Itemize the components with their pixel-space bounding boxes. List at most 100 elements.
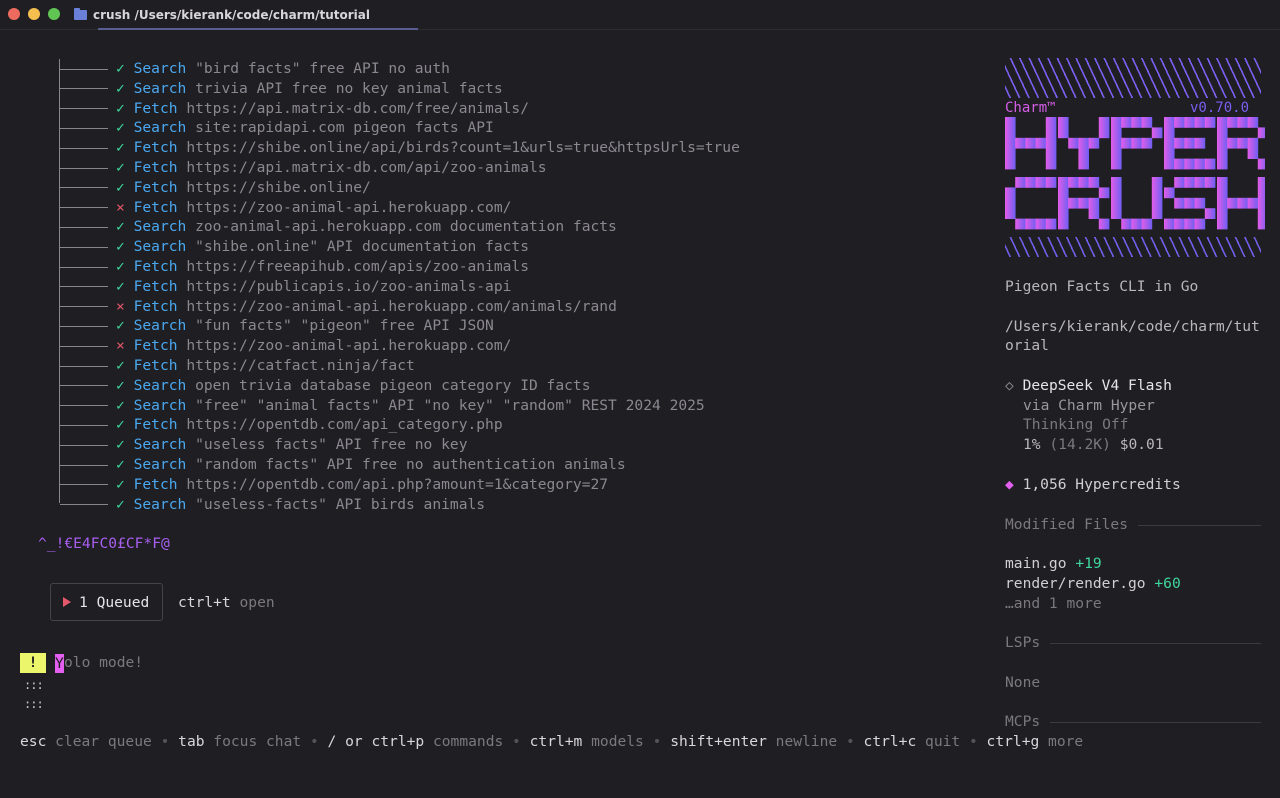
logo-block [1151, 197, 1163, 209]
logo-block [1257, 208, 1265, 219]
logo-block [1111, 148, 1122, 159]
tool-args: https://zoo-animal-api.herokuapp.com/ani… [186, 297, 617, 315]
tool-call-row[interactable]: ✓ Search "fun facts" "pigeon" free API J… [116, 316, 494, 336]
queued-button[interactable]: 1 Queued [50, 583, 163, 621]
logo-block [1111, 208, 1122, 219]
logo-block [1015, 137, 1026, 149]
logo-block [1025, 218, 1036, 230]
tree-branch [60, 207, 108, 209]
tool-call-row[interactable]: ✓ Search "useless-facts" API birds anima… [116, 495, 485, 515]
tree-branch [60, 385, 108, 387]
tool-call-row[interactable]: ✓ Search "bird facts" free API no auth [116, 59, 450, 79]
logo-block [1257, 158, 1265, 170]
logo-block [1015, 218, 1026, 230]
model-name-row: ◇ DeepSeek V4 Flash [1005, 376, 1172, 396]
tool-call-row[interactable]: ✓ Fetch https://shibe.online/ [116, 178, 371, 198]
tool-call-row[interactable]: ✓ Search site:rapidapi.com pigeon facts … [116, 118, 494, 138]
tool-args: "useless facts" API free no key [195, 436, 468, 454]
tree-branch [60, 405, 108, 407]
prompt-input[interactable]: olo mode! [64, 653, 143, 673]
logo-block [1217, 137, 1228, 149]
logo-block [1194, 117, 1206, 128]
logo-block [1247, 148, 1259, 159]
minimize-button[interactable] [28, 8, 40, 20]
tool-call-row[interactable]: ✓ Search open trivia database pigeon cat… [116, 376, 591, 396]
check-icon: ✓ [116, 258, 125, 275]
tool-call-row[interactable]: ✓ Fetch https://opentdb.com/api.php?amou… [116, 475, 608, 495]
credits: 1,056 Hypercredits [1022, 476, 1181, 493]
logo-block [1217, 218, 1228, 230]
logo-block [1098, 127, 1110, 139]
tool-args: "random facts" API free no authenticatio… [195, 456, 626, 473]
logo-block [1174, 218, 1185, 230]
logo-block [1194, 177, 1206, 188]
file-row-2[interactable]: render/render.go +60 [1005, 574, 1181, 594]
garbled-output: ^_!€E4FC0£CF*F@ [38, 535, 170, 552]
footer-desc: quit [916, 733, 961, 750]
tool-call-row[interactable]: ✓ Search "free" "animal facts" API "no k… [116, 396, 705, 416]
logo-block [1217, 177, 1228, 188]
queue-hint: ctrl+t open [178, 593, 275, 613]
logo-block [1257, 127, 1265, 139]
file-row-1[interactable]: main.go +19 [1005, 554, 1102, 574]
tool-call-row[interactable]: × Fetch https://zoo-animal-api.herokuapp… [116, 198, 511, 218]
tool-args: https://publicapis.io/zoo-animals-api [186, 277, 512, 295]
logo-block [1078, 137, 1089, 149]
footer-key: ctrl+m [529, 733, 583, 750]
logo-block [1035, 137, 1047, 149]
logo-block [1005, 137, 1016, 149]
logo-block [1005, 197, 1016, 209]
tool-call-row[interactable]: ✓ Fetch https://catfact.ninja/fact [116, 356, 415, 376]
logo-block [1088, 177, 1100, 188]
tool-kind: Fetch [133, 297, 178, 315]
session-title: Pigeon Facts CLI in Go [1005, 278, 1199, 295]
logo-block [1121, 218, 1132, 230]
window-tab[interactable]: crush /Users/kierank/code/charm/tutorial [74, 6, 370, 24]
tool-call-row[interactable]: × Fetch https://zoo-animal-api.herokuapp… [116, 336, 511, 356]
tool-call-row[interactable]: ✓ Search "random facts" API free no auth… [116, 455, 626, 475]
logo-block [1194, 197, 1206, 209]
footer-key: shift+enter [670, 733, 767, 750]
tool-call-row[interactable]: ✓ Search "useless facts" API free no key [116, 435, 467, 455]
tool-call-row[interactable]: ✓ Fetch https://opentdb.com/api_category… [116, 415, 503, 435]
lsps-value: None [1005, 674, 1041, 691]
footer-desc: clear queue [46, 733, 152, 750]
lsps-header: LSPs [1005, 633, 1261, 653]
text-cursor: Y [55, 654, 64, 673]
tool-args: trivia API free no key animal facts [195, 79, 503, 97]
tool-kind: Fetch [133, 475, 178, 493]
tool-call-row[interactable]: ✓ Fetch https://shibe.online/api/birds?c… [116, 138, 740, 158]
tool-call-row[interactable]: ✓ Fetch https://api.matrix-db.com/api/zo… [116, 158, 547, 178]
logo-block [1078, 148, 1089, 159]
footer-separator: • [301, 733, 328, 750]
logo-block [1151, 127, 1163, 139]
logo-block [1131, 117, 1142, 128]
yolo-warning-badge: ! [20, 653, 46, 673]
tool-call-row[interactable]: ✓ Search zoo-animal-api.herokuapp.com do… [116, 217, 617, 237]
logo-block [1131, 218, 1142, 230]
cwd-line-1: /Users/kierank/code/charm/tut [1005, 318, 1260, 335]
credits-row: ◆ 1,056 Hypercredits [1005, 475, 1181, 495]
close-button[interactable] [8, 8, 20, 20]
tool-call-row[interactable]: ✓ Search "shibe.online" API documentatio… [116, 237, 529, 257]
mcps-title: MCPs [1005, 713, 1041, 730]
logo-block [1005, 208, 1016, 219]
usage-cost: $0.01 [1119, 436, 1164, 453]
footer-key: esc [20, 733, 47, 750]
check-icon: ✓ [116, 357, 125, 374]
logo-block [1035, 218, 1047, 230]
prompt-dots-2: ::: [24, 697, 44, 711]
tool-kind: Search [133, 495, 187, 513]
tool-call-row[interactable]: ✓ Fetch https://api.matrix-db.com/free/a… [116, 99, 529, 119]
logo-block [1111, 158, 1122, 170]
tool-call-row[interactable]: × Fetch https://zoo-animal-api.herokuapp… [116, 297, 617, 317]
check-icon: ✓ [116, 60, 125, 77]
tool-call-row[interactable]: ✓ Fetch https://publicapis.io/zoo-animal… [116, 277, 511, 297]
tool-call-row[interactable]: ✓ Fetch https://freeapihub.com/apis/zoo-… [116, 257, 529, 277]
logo-block [1217, 208, 1228, 219]
tree-branch [60, 306, 108, 308]
tool-call-row[interactable]: ✓ Search trivia API free no key animal f… [116, 79, 503, 99]
logo-block [1068, 197, 1079, 209]
footer-key: ctrl+g [986, 733, 1040, 750]
zoom-button[interactable] [48, 8, 60, 20]
